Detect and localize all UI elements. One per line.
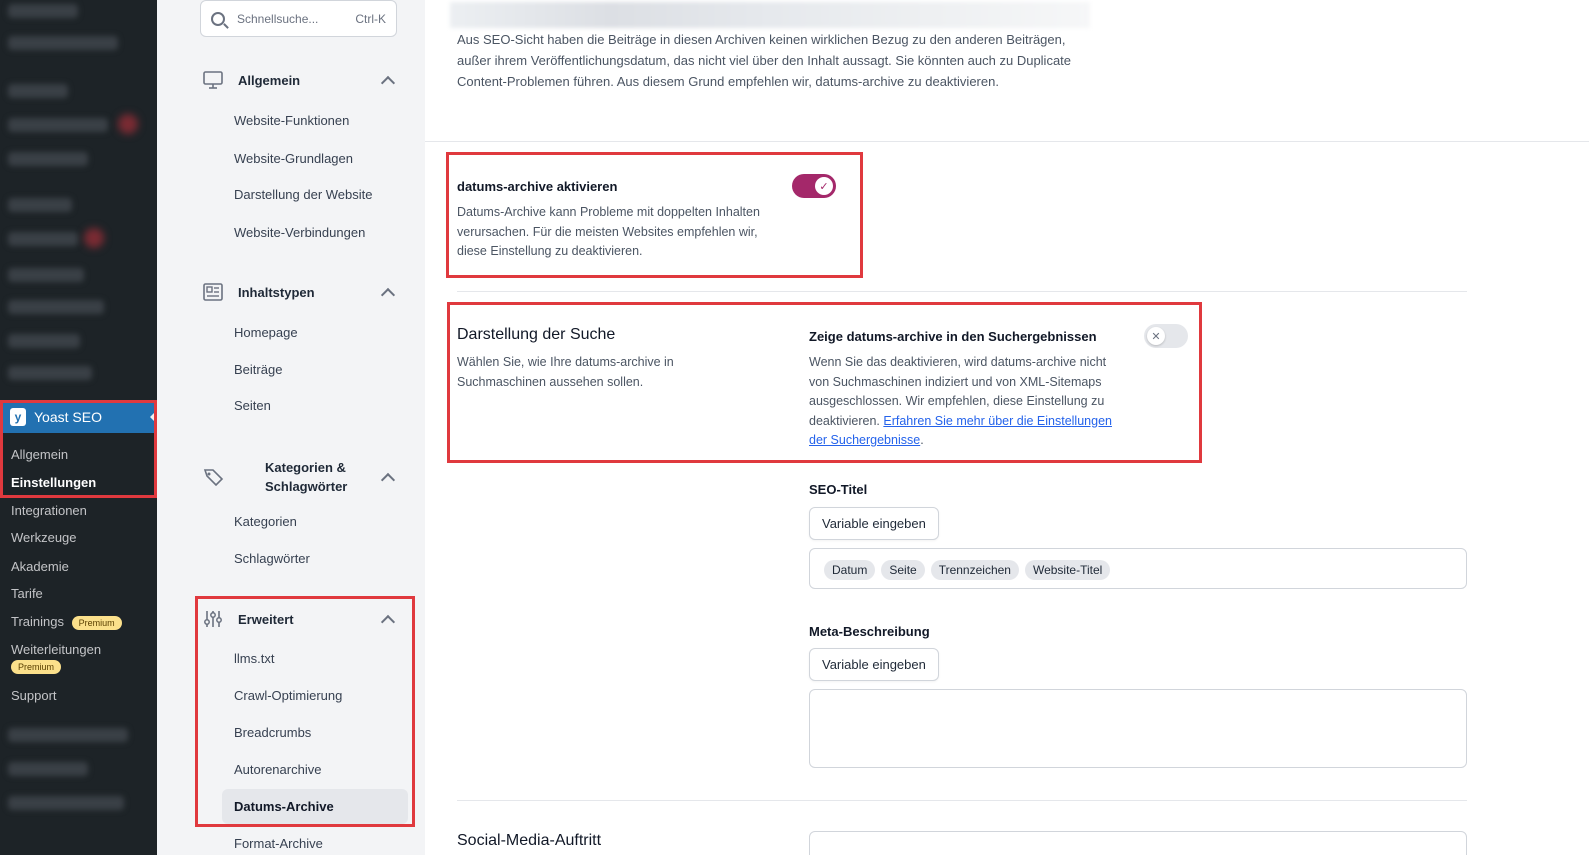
desktop-icon [203,71,223,89]
nav-item-website-grundlagen[interactable]: Website-Grundlagen [234,151,353,166]
nav-item-kategorien[interactable]: Kategorien [234,514,297,529]
meta-description-editor[interactable] [809,689,1467,768]
variable-chip: Datum [824,560,876,580]
quick-search-input[interactable]: Schnellsuche... Ctrl-K [200,0,397,37]
wp-submenu-integrationen[interactable]: Integrationen [11,503,87,518]
blurred-menu-item [8,152,88,166]
blurred-menu-item [8,268,84,282]
meta-description-label: Meta-Beschreibung [809,624,930,639]
blurred-menu-item [8,4,78,18]
search-placeholder: Schnellsuche... [237,11,319,26]
seo-title-label: SEO-Titel [809,482,868,497]
chevron-up-icon [380,75,396,90]
wp-submenu-weiterleitungen[interactable]: Weiterleitungen Premium [11,642,102,675]
nav-item-darstellung[interactable]: Darstellung der Website [234,187,373,202]
nav-item-website-verbindungen[interactable]: Website-Verbindungen [234,225,365,240]
wp-submenu-werkzeuge[interactable]: Werkzeuge [11,530,77,545]
blurred-badge [118,114,138,134]
divider [457,800,1467,801]
wp-submenu-akademie[interactable]: Akademie [11,559,69,574]
divider [457,291,1467,292]
blurred-menu-item [8,118,108,132]
nav-item-seiten[interactable]: Seiten [234,398,271,413]
wp-admin-sidebar: y Yoast SEO Allgemein Einstellungen Inte… [0,0,157,855]
blurred-menu-item [8,84,68,98]
nav-group-label: Inhaltstypen [238,284,315,300]
blurred-menu-item [8,366,92,380]
social-media-title: Social-Media-Auftritt [457,832,602,849]
premium-badge: Premium [11,660,62,675]
highlight-box [0,400,157,498]
blurred-menu-item [8,232,78,246]
wp-submenu-trainings[interactable]: Trainings Premium [11,614,122,630]
insert-variable-button[interactable]: Variable eingeben [809,648,939,681]
premium-badge: Premium [71,615,122,630]
nav-item-beitraege[interactable]: Beiträge [234,362,282,377]
variable-chip: Seite [881,560,925,580]
blurred-badge [84,228,104,248]
newspaper-icon [203,283,223,301]
nav-group-kategorien[interactable]: Kategorien & Schlagwörter [202,458,397,496]
social-media-field[interactable] [809,831,1467,855]
blurred-menu-item [8,198,72,212]
chevron-up-icon [380,287,396,302]
search-icon [211,11,225,26]
nav-item-schlagwoerter[interactable]: Schlagwörter [234,551,310,566]
nav-item-format-archive[interactable]: Format-Archive [234,836,323,851]
blurred-menu-item [8,300,104,314]
insert-variable-button[interactable]: Variable eingeben [809,507,939,540]
main-content: Aus SEO-Sicht haben die Beiträge in dies… [425,0,1589,855]
nav-group-allgemein[interactable]: Allgemein [202,71,397,90]
wp-submenu-support[interactable]: Support [11,688,57,703]
variable-chip: Trennzeichen [930,560,1019,580]
seo-title-editor[interactable]: Datum Seite Trennzeichen Website-Titel [809,548,1467,589]
settings-navigation: Schnellsuche... Ctrl-K Allgemein Website… [157,0,425,855]
wp-submenu-tarife[interactable]: Tarife [11,586,43,601]
search-shortcut: Ctrl-K [355,11,386,26]
nav-item-homepage[interactable]: Homepage [234,325,298,340]
highlight-box [446,152,863,278]
nav-group-label: Allgemein [238,72,301,88]
variable-chip: Website-Titel [1024,560,1111,580]
nav-group-label: Kategorien & Schlagwörter [265,460,348,494]
tag-icon [203,469,224,486]
chevron-up-icon [380,472,396,487]
wp-submenu-weiterleitungen-label: Weiterleitungen [11,642,102,657]
blurred-menu-item [8,36,118,50]
blurred-menu-item [8,762,88,776]
divider [425,141,1589,142]
highlight-box [447,302,1202,463]
blurred-menu-item [8,334,80,348]
nav-item-website-funktionen[interactable]: Website-Funktionen [234,113,349,128]
blurred-menu-item [8,728,128,742]
nav-group-inhaltstypen[interactable]: Inhaltstypen [202,283,397,302]
wp-submenu-trainings-label: Trainings [11,614,64,629]
blurred-menu-item [8,796,124,810]
blurred-header [450,2,1090,28]
intro-text: Aus SEO-Sicht haben die Beiträge in dies… [457,32,1072,89]
highlight-box [195,596,415,827]
